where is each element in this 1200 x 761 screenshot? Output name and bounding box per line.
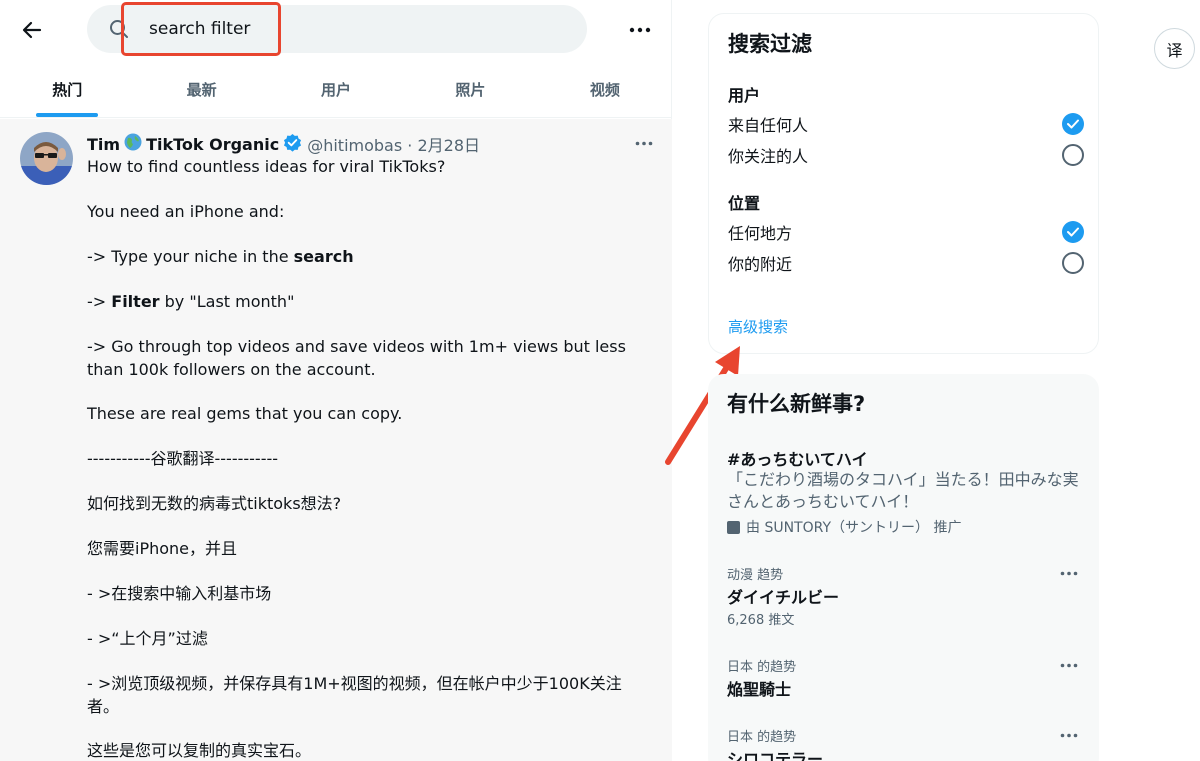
trend-more-button[interactable]: [1055, 726, 1083, 744]
tweet-line: How to find countless ideas for viral Ti…: [87, 157, 446, 176]
radio-unchecked[interactable]: [1062, 144, 1084, 166]
tweet-line: - >在搜索中输入利基市场: [87, 584, 272, 603]
promoted-by-label: 由 SUNTORY（サントリー） 推广: [746, 520, 962, 536]
location-section-label: 位置: [728, 194, 761, 213]
radio-unchecked[interactable]: [1062, 252, 1084, 274]
back-arrow-icon: [22, 21, 42, 39]
trends-title: 有什么新鲜事?: [727, 392, 866, 416]
checkmark-icon: [1067, 227, 1079, 237]
option-label: 你关注的人: [728, 147, 809, 166]
tweet-line: 这些是您可以复制的真实宝石。: [87, 741, 312, 760]
main-column: 热门 最新 用户 照片 视频 Tim: [0, 0, 672, 761]
trend-count: 6,268 推文: [727, 613, 795, 628]
tweet-line: You need an iPhone and:: [87, 202, 285, 221]
trend-item[interactable]: 日本 的趋势 シロコテラー: [727, 726, 1083, 761]
more-icon: [629, 27, 651, 33]
search-input[interactable]: [149, 5, 549, 53]
tweet[interactable]: Tim TikTok Organic @hitimobas · 2月28日 Ho…: [0, 119, 672, 761]
search-header: [0, 0, 672, 58]
trend-meta: 日本 的趋势: [727, 730, 797, 745]
option-label: 你的附近: [728, 255, 793, 274]
option-people-you-follow[interactable]: 你关注的人: [728, 140, 1084, 170]
trend-item[interactable]: 日本 的趋势 焔聖騎士: [727, 656, 1083, 722]
tweet-line: - >“上个月”过滤: [87, 629, 208, 648]
option-from-anyone[interactable]: 来自任何人: [728, 109, 1084, 139]
promoted-by: 由 SUNTORY（サントリー） 推广: [727, 517, 961, 537]
option-near-you[interactable]: 你的附近: [728, 248, 1084, 278]
tweet-line-bold: search: [293, 247, 354, 266]
author-name-first[interactable]: Tim: [87, 135, 120, 154]
tab-videos[interactable]: 视频: [538, 62, 672, 117]
tab-label: 照片: [455, 81, 486, 99]
tweet-line: - >浏览顶级视频，并保存具有1M+视图的视频，但在帐户中少于100K关注者。: [87, 674, 622, 716]
trend-more-button[interactable]: [1055, 656, 1083, 674]
more-options-button[interactable]: [624, 14, 656, 46]
tweet-line: -> Go through top videos and save videos…: [87, 337, 626, 379]
more-icon: [1060, 733, 1078, 737]
tweet-header: Tim TikTok Organic @hitimobas · 2月28日: [87, 133, 480, 155]
tweet-line: 您需要iPhone，并且: [87, 539, 238, 558]
advanced-search-link[interactable]: 高级搜索: [728, 316, 788, 337]
tweet-line: -> Filter by "Last month": [87, 291, 652, 314]
option-label: 来自任何人: [728, 116, 809, 135]
search-filter-card: 搜索过滤 用户 来自任何人 你关注的人 位置 任何地方 你的附近 高级搜索: [708, 13, 1099, 354]
back-button[interactable]: [16, 14, 48, 46]
tweet-line-text: by "Last month": [159, 292, 295, 311]
promoted-trend-description: 「こだわり酒場のタコハイ」当たる！田中みな実さんとあっちむいてハイ！: [727, 470, 1079, 511]
radio-checked[interactable]: [1062, 113, 1084, 135]
handle-and-date[interactable]: @hitimobas · 2月28日: [307, 132, 480, 156]
active-tab-indicator: [36, 113, 99, 117]
tab-label: 用户: [321, 81, 352, 99]
tweet-line: 如何找到无数的病毒式tiktoks想法?: [87, 494, 342, 513]
checkmark-icon: [1067, 119, 1079, 129]
option-anywhere[interactable]: 任何地方: [728, 217, 1084, 247]
tab-top[interactable]: 热门: [0, 62, 134, 117]
tweet-line: These are real gems that you can copy.: [87, 404, 403, 423]
option-label: 任何地方: [728, 224, 793, 243]
tab-photos[interactable]: 照片: [403, 62, 537, 117]
tweet-line-text: -> Type your niche in the: [87, 247, 294, 266]
tab-label: 热门: [52, 81, 83, 99]
search-filter-title: 搜索过滤: [728, 32, 812, 56]
tab-label: 最新: [186, 81, 217, 99]
promoted-icon: [727, 520, 740, 534]
trends-panel: 有什么新鲜事? #あっちむいてハイ 「こだわり酒場のタコハイ」当たる！田中みな実…: [708, 374, 1099, 761]
trend-name: ダイイチルビー: [727, 588, 840, 607]
user-section-label: 用户: [728, 86, 761, 105]
translate-button[interactable]: 译: [1154, 28, 1195, 69]
tab-people[interactable]: 用户: [269, 62, 403, 117]
tweet-line-bold: Filter: [111, 292, 160, 311]
radio-checked[interactable]: [1062, 221, 1084, 243]
trend-name: シロコテラー: [727, 750, 824, 761]
search-tabs: 热门 最新 用户 照片 视频: [0, 62, 672, 118]
trend-more-button[interactable]: [1055, 564, 1083, 582]
tweet-more-button[interactable]: [630, 133, 658, 153]
more-icon: [635, 141, 653, 145]
search-icon: [110, 20, 128, 38]
more-icon: [1060, 571, 1078, 575]
trend-item[interactable]: 动漫 趋势 ダイイチルビー 6,268 推文: [727, 564, 1083, 630]
globe-icon: [124, 133, 142, 155]
tweet-line: -----------谷歌翻译-----------: [87, 449, 279, 468]
avatar[interactable]: [20, 132, 73, 185]
tweet-line: -> Type your niche in the search: [87, 246, 652, 269]
trend-meta: 日本 的趋势: [727, 660, 797, 675]
promoted-trend-tag[interactable]: #あっちむいてハイ: [727, 446, 868, 470]
more-icon: [1060, 663, 1078, 667]
search-box[interactable]: [87, 5, 587, 53]
tab-label: 视频: [589, 81, 620, 99]
tab-latest[interactable]: 最新: [134, 62, 268, 117]
trend-name: 焔聖騎士: [727, 680, 792, 699]
trend-meta: 动漫 趋势: [727, 568, 784, 583]
author-name-second[interactable]: TikTok Organic: [146, 135, 279, 154]
verified-badge-icon: [283, 133, 302, 156]
tweet-line-text: ->: [87, 292, 112, 311]
